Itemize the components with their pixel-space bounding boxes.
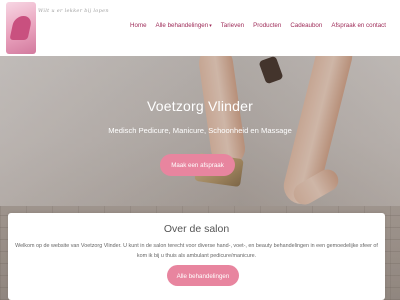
hero-subtitle: Medisch Pedicure, Manicure, Schoonheid e… (108, 126, 292, 135)
nav-item-producten[interactable]: Producten (253, 22, 281, 29)
hero-title: Voetzorg Vlinder (147, 98, 253, 114)
about-text: Welkom op de website van Voetzorg Vlinde… (15, 243, 378, 259)
about-card: Over de salon Welkom op de website van V… (8, 213, 385, 300)
main-nav: Home Alle behandelingen▾ Tarieven Produc… (130, 22, 386, 29)
site-header: Wilt u er lekker bij lopen Home Alle beh… (0, 0, 400, 56)
all-treatments-button[interactable]: Alle behandelingen (167, 265, 239, 286)
nav-item-home[interactable]: Home (130, 22, 147, 29)
nav-item-cadeaubon[interactable]: Cadeaubon (290, 22, 322, 29)
nav-item-label: Alle behandelingen (155, 22, 209, 29)
make-appointment-button[interactable]: Maak een afspraak (160, 154, 235, 176)
logo-tagline: Wilt u er lekker bij lopen (38, 8, 109, 14)
high-heel-shoe-logo-icon (6, 2, 36, 54)
nav-item-afspraak-en-contact[interactable]: Afspraak en contact (331, 22, 386, 29)
logo[interactable]: Wilt u er lekker bij lopen (6, 2, 109, 54)
nav-item-tarieven[interactable]: Tarieven (221, 22, 244, 29)
about-title: Over de salon (163, 223, 230, 235)
nav-item-alle-behandelingen[interactable]: Alle behandelingen▾ (156, 22, 212, 29)
chevron-down-icon: ▾ (209, 23, 212, 29)
